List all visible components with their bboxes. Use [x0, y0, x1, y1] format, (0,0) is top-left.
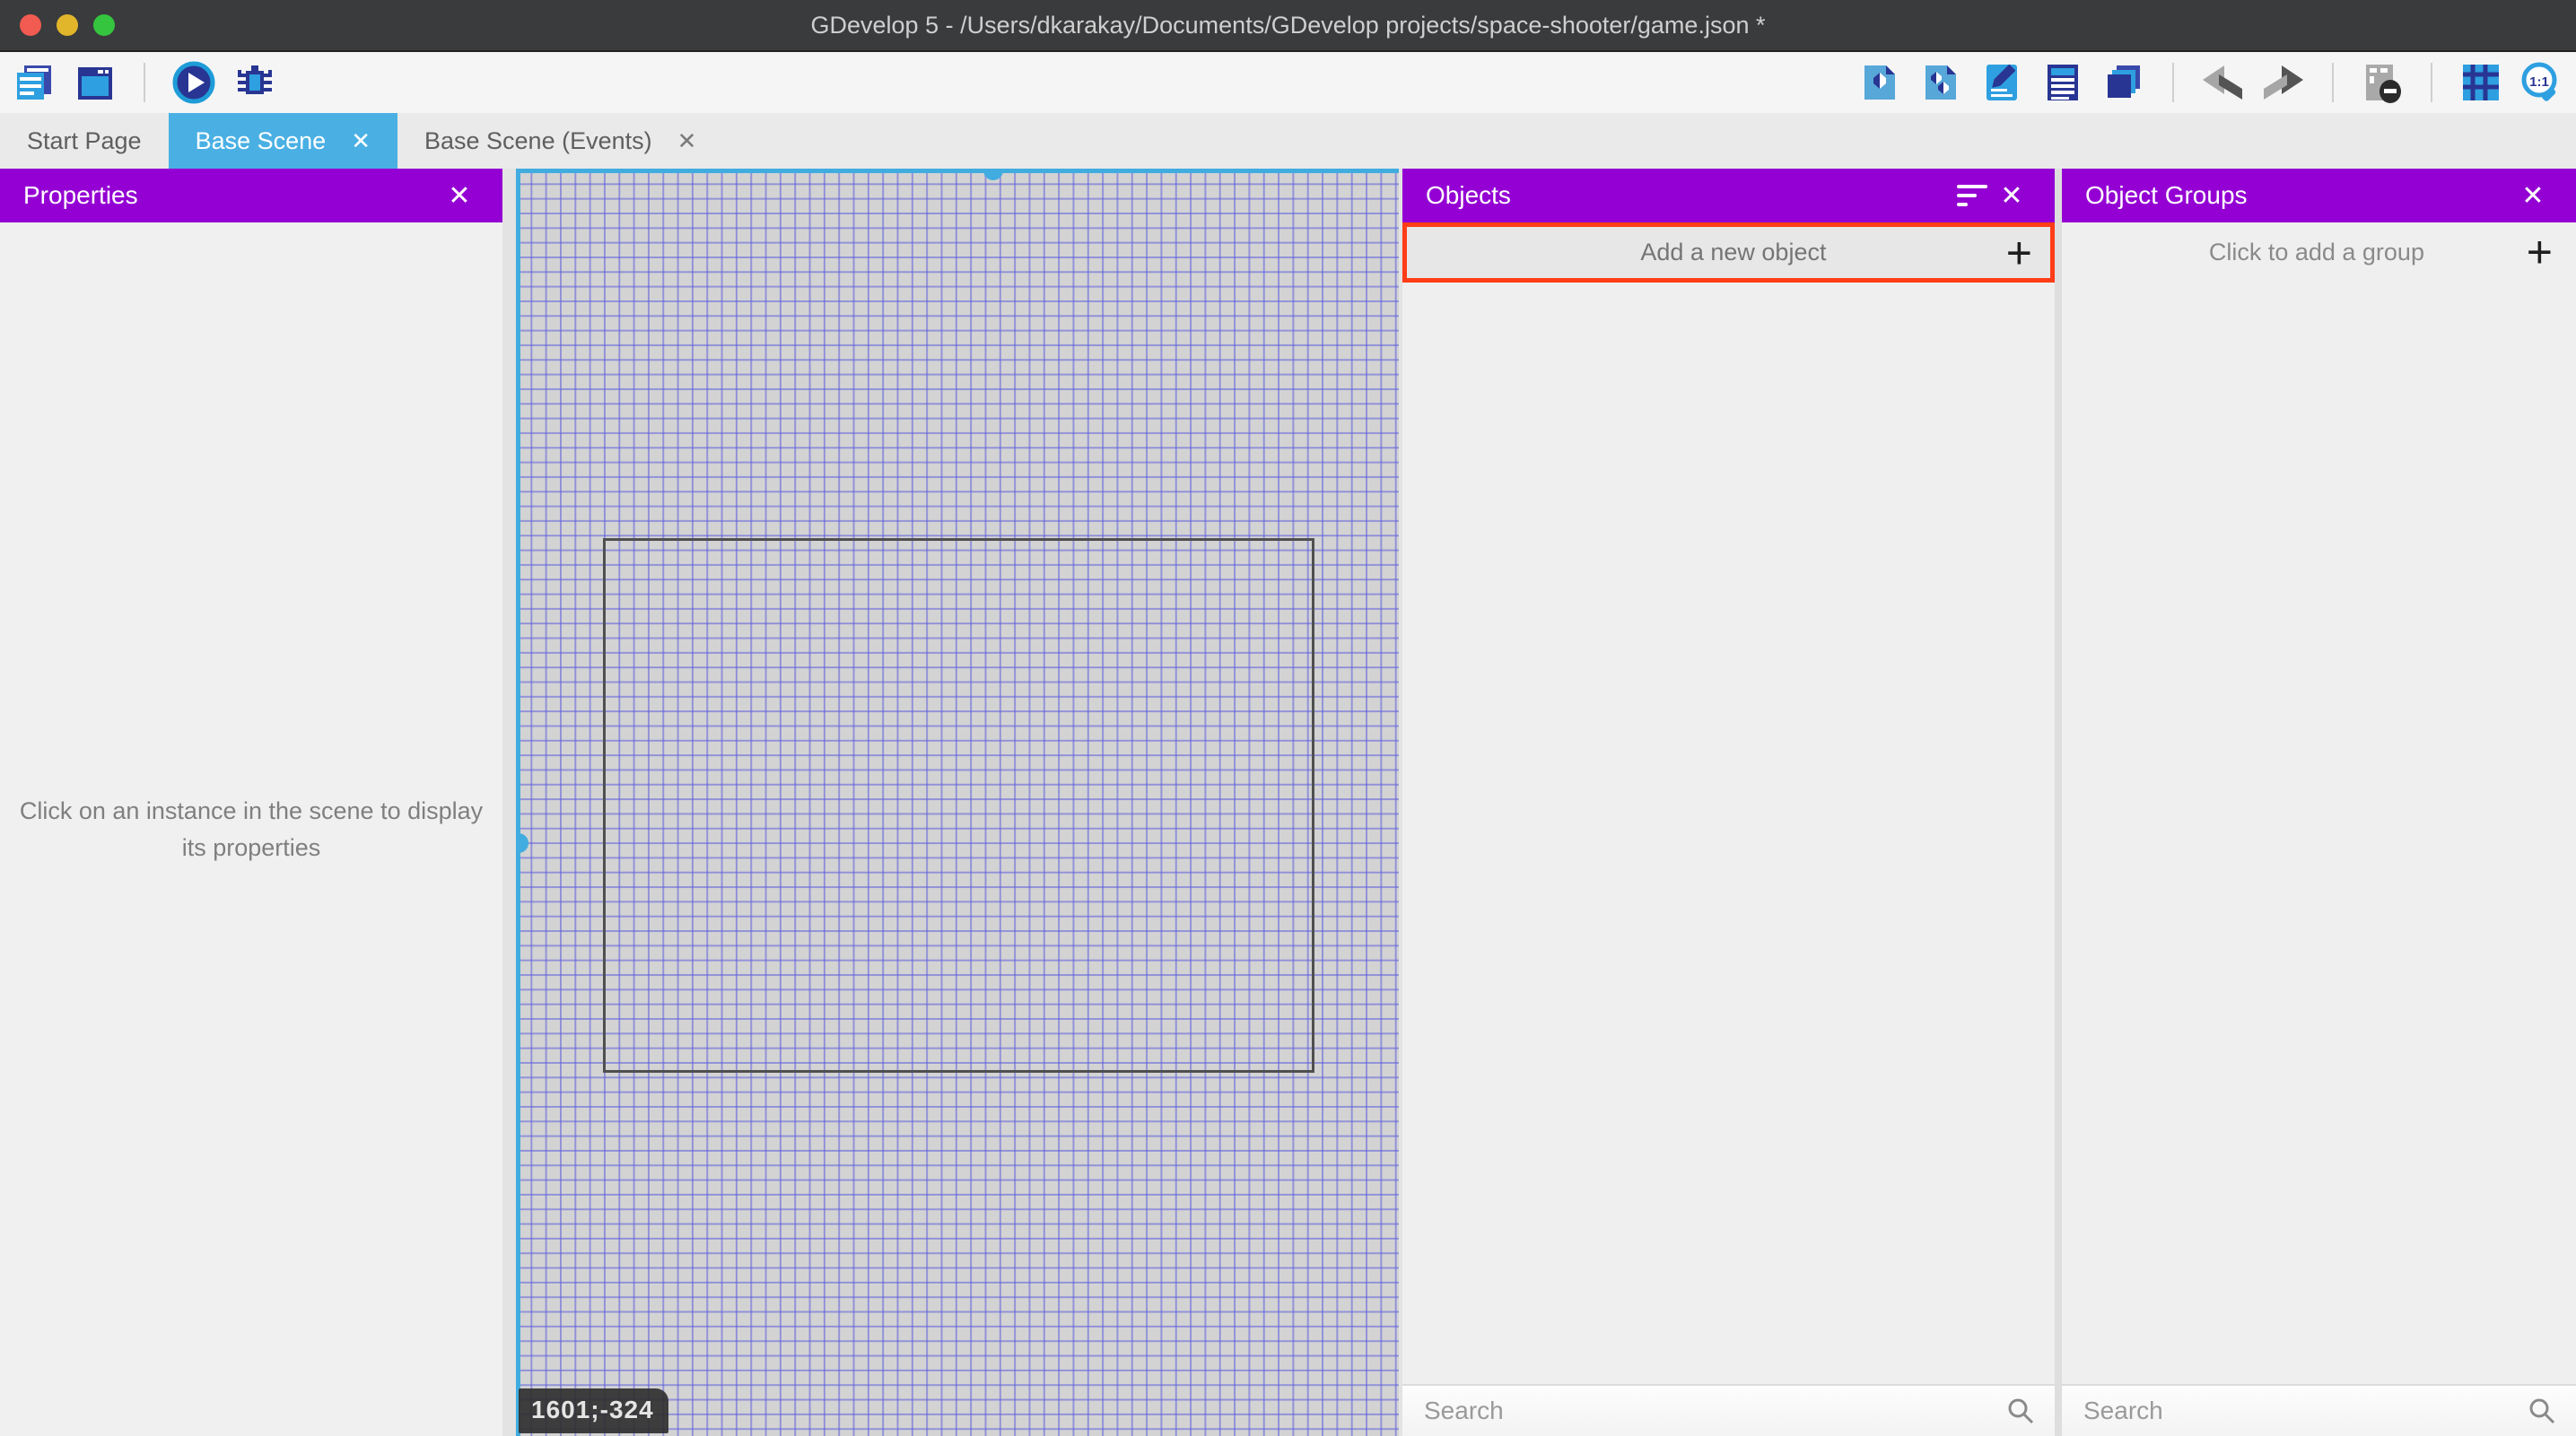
object-groups-panel-title: Object Groups — [2085, 181, 2248, 210]
objects-editor-button[interactable] — [1858, 61, 1901, 104]
objects-search-input[interactable] — [1402, 1397, 2006, 1425]
add-object-label: Add a new object — [1407, 239, 2060, 266]
object-groups-editor-icon — [1922, 62, 1960, 103]
object-groups-search-bar — [2062, 1384, 2576, 1436]
objects-search-bar — [1402, 1384, 2055, 1436]
tab-close-icon[interactable]: ✕ — [351, 127, 371, 155]
svg-text:1:1: 1:1 — [2529, 74, 2549, 90]
selection-handle-left[interactable] — [516, 833, 528, 853]
objects-panel-header: Objects ✕ — [1402, 169, 2055, 222]
undo-icon — [2201, 64, 2244, 101]
properties-panel-body: Click on an instance in the scene to dis… — [0, 222, 502, 1436]
titlebar: GDevelop 5 - /Users/dkarakay/Documents/G… — [0, 0, 2576, 52]
objects-panel-title: Objects — [1426, 181, 1511, 210]
close-properties-icon[interactable]: ✕ — [440, 176, 479, 215]
window-mask-icon — [2362, 61, 2402, 104]
properties-editor-button[interactable] — [1980, 61, 2023, 104]
debug-button[interactable] — [233, 61, 276, 104]
objects-editor-icon — [1861, 62, 1899, 103]
properties-panel-title: Properties — [23, 181, 138, 210]
add-group-button[interactable]: Click to add a group + — [2062, 222, 2576, 282]
toolbar-divider — [2332, 63, 2334, 102]
search-icon — [2006, 1397, 2035, 1425]
layers-icon — [2104, 62, 2144, 103]
object-groups-panel: Object Groups ✕ Click to add a group + — [2062, 169, 2576, 1436]
grid-icon — [2461, 63, 2501, 102]
plus-icon[interactable]: + — [2006, 231, 2032, 275]
main-content: Properties ✕ Click on an instance in the… — [0, 169, 2576, 1436]
project-manager-button[interactable] — [13, 61, 56, 104]
add-object-highlight: Add a new object + — [1402, 222, 2055, 283]
object-groups-panel-header: Object Groups ✕ — [2062, 169, 2576, 222]
tab-label: Base Scene — [196, 127, 327, 155]
instances-list-icon — [2045, 62, 2081, 103]
filter-icon[interactable] — [1952, 176, 1992, 215]
main-toolbar: 1:1 — [0, 52, 2576, 113]
plus-icon[interactable]: + — [2527, 230, 2553, 274]
object-groups-editor-button[interactable] — [1919, 61, 1962, 104]
search-icon — [2528, 1397, 2556, 1425]
add-group-label: Click to add a group — [2062, 239, 2572, 266]
tab-label: Base Scene (Events) — [424, 127, 652, 155]
game-window-frame — [603, 538, 1314, 1073]
redo-icon — [2262, 64, 2305, 101]
editor-tabbar: Start Page Base Scene ✕ Base Scene (Even… — [0, 113, 2576, 169]
object-groups-list-body[interactable] — [2062, 282, 2576, 1384]
pages-icon — [13, 62, 55, 103]
window-mask-toggle-button[interactable] — [2361, 61, 2404, 104]
gdevelop-window: GDevelop 5 - /Users/dkarakay/Documents/G… — [0, 0, 2576, 1436]
undo-button[interactable] — [2201, 61, 2244, 104]
tab-label: Start Page — [27, 127, 142, 155]
tab-base-scene[interactable]: Base Scene ✕ — [169, 113, 397, 169]
window-title: GDevelop 5 - /Users/dkarakay/Documents/G… — [0, 12, 2576, 39]
window-icon — [74, 62, 116, 103]
properties-empty-message: Click on an instance in the scene to dis… — [18, 793, 485, 866]
add-new-object-button[interactable]: Add a new object + — [1407, 227, 2050, 278]
preview-button[interactable] — [172, 61, 215, 104]
properties-panel: Properties ✕ Click on an instance in the… — [0, 169, 502, 1436]
panel-divider[interactable] — [2055, 169, 2062, 1436]
objects-list-body[interactable] — [1402, 283, 2055, 1384]
scene-grid[interactable]: 1601;-324 — [516, 169, 1399, 1436]
grid-toggle-button[interactable] — [2459, 61, 2502, 104]
scene-window-button[interactable] — [74, 61, 117, 104]
close-object-groups-icon[interactable]: ✕ — [2513, 176, 2553, 215]
tab-close-icon[interactable]: ✕ — [677, 127, 697, 155]
selection-edge-top — [516, 169, 1399, 173]
object-groups-search-input[interactable] — [2062, 1397, 2528, 1425]
play-icon — [172, 61, 215, 104]
scene-editor-canvas: 1601;-324 — [502, 169, 1402, 1436]
toolbar-divider — [144, 63, 145, 102]
tab-start-page[interactable]: Start Page — [0, 113, 169, 169]
properties-panel-header: Properties ✕ — [0, 169, 502, 222]
selection-handle-top[interactable] — [983, 169, 1003, 180]
instances-list-button[interactable] — [2041, 61, 2084, 104]
cursor-coordinates-tooltip: 1601;-324 — [519, 1388, 668, 1433]
close-objects-icon[interactable]: ✕ — [1992, 176, 2031, 215]
redo-button[interactable] — [2262, 61, 2305, 104]
properties-pencil-icon — [1984, 62, 2020, 103]
toolbar-divider — [2431, 63, 2432, 102]
one-to-one-zoom-icon: 1:1 — [2520, 61, 2563, 104]
layers-editor-button[interactable] — [2102, 61, 2145, 104]
objects-panel: Objects ✕ Add a new object + — [1402, 169, 2055, 1436]
bug-icon — [234, 62, 275, 103]
toolbar-divider — [2172, 63, 2174, 102]
selection-edge-left — [516, 169, 520, 1436]
zoom-reset-button[interactable]: 1:1 — [2520, 61, 2563, 104]
tab-base-scene-events[interactable]: Base Scene (Events) ✕ — [397, 113, 723, 169]
